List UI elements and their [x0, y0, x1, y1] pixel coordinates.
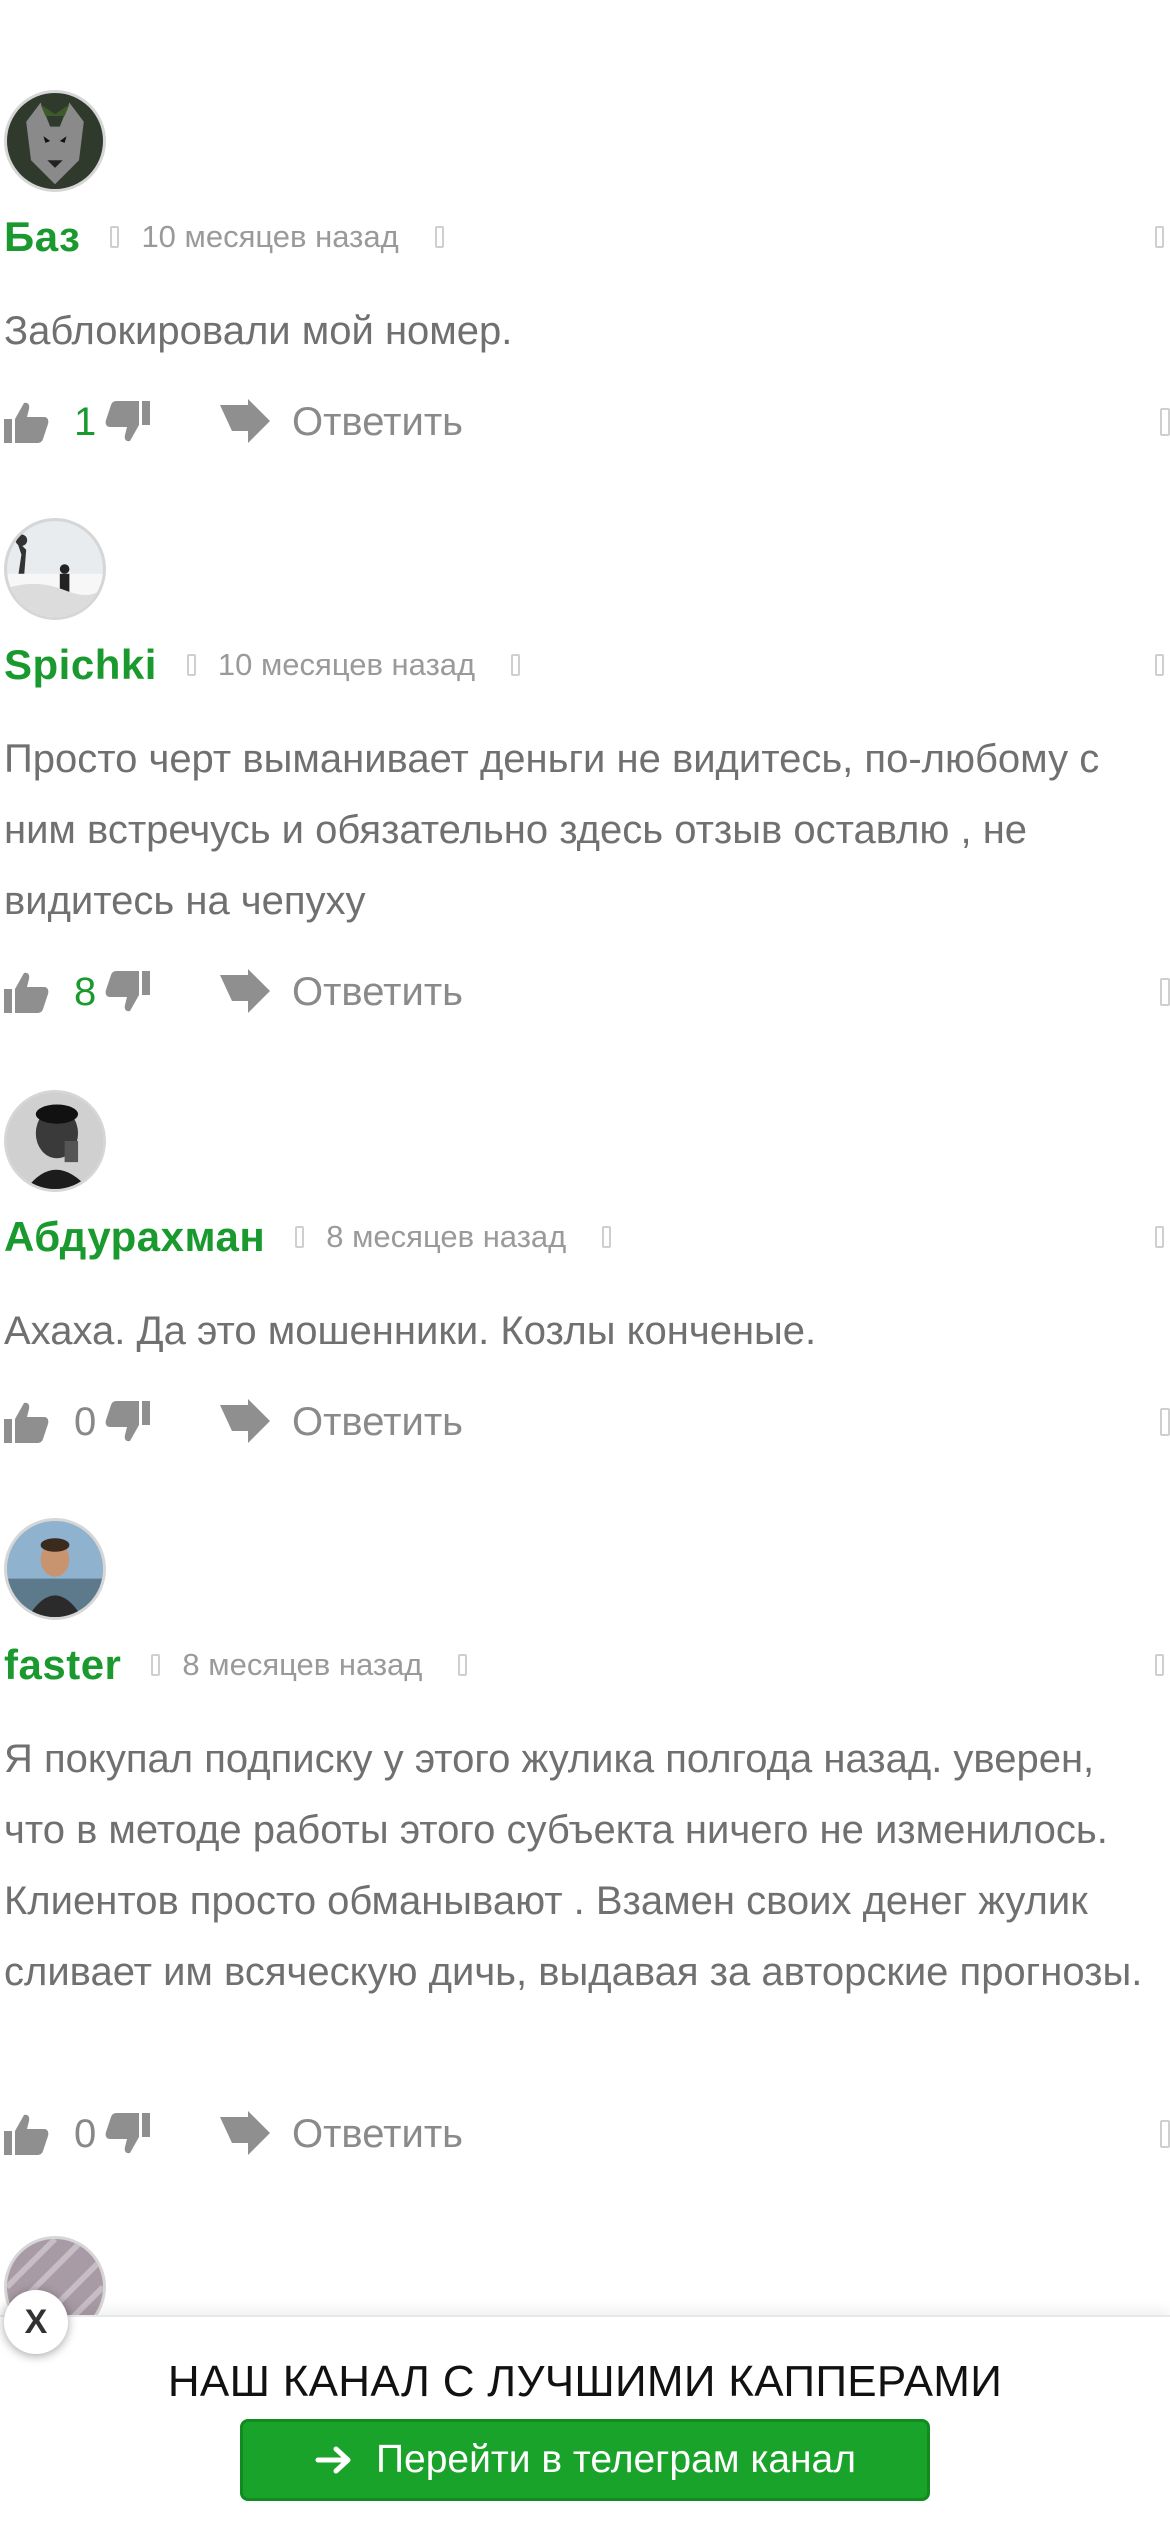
reply-icon[interactable] — [218, 2111, 272, 2157]
reply-icon[interactable] — [218, 1399, 272, 1445]
thumbs-down-icon[interactable] — [104, 1399, 152, 1445]
comment-actions: 0 Ответить — [0, 1392, 1170, 1452]
like-count: 8 — [74, 969, 97, 1014]
user-icon — [295, 1226, 305, 1248]
thumbs-down-icon[interactable] — [104, 399, 152, 445]
telegram-button-label: Перейти в телеграм канал — [375, 2438, 857, 2481]
comment-author[interactable]: Баз — [4, 213, 80, 261]
comment-text: Я покупал подписку у этого жулика полгод… — [4, 1737, 1143, 1994]
reply-button[interactable]: Ответить — [292, 1400, 463, 1445]
link-icon[interactable] — [511, 654, 521, 676]
snow-landscape-avatar[interactable] — [4, 518, 106, 620]
link-icon[interactable] — [602, 1226, 612, 1248]
comment-actions: 8 Ответить — [0, 962, 1170, 1022]
comment-time[interactable]: 8 месяцев назад — [182, 1647, 422, 1683]
like-count: 0 — [74, 1399, 97, 1444]
more-options-icon[interactable] — [1155, 1226, 1164, 1248]
reply-icon[interactable] — [218, 399, 272, 445]
user-icon — [110, 226, 120, 248]
comment-actions: 1 Ответить — [0, 392, 1170, 452]
like-count: 1 — [74, 399, 97, 444]
link-icon[interactable] — [458, 1654, 468, 1676]
comment-time[interactable]: 8 месяцев назад — [326, 1219, 566, 1255]
arrow-right-icon — [314, 2440, 354, 2480]
thumbs-down-icon[interactable] — [104, 969, 152, 1015]
wolf-avatar[interactable] — [4, 90, 106, 192]
like-count: 0 — [74, 2111, 97, 2156]
comment-author[interactable]: Spichki — [4, 641, 157, 689]
comment-author[interactable]: faster — [4, 1641, 121, 1689]
collapse-icon[interactable] — [1160, 1408, 1170, 1436]
comment-actions: 0 Ответить — [0, 2104, 1170, 2164]
comment-meta: Spichki 10 месяцев назад — [4, 640, 1164, 690]
telegram-promo-banner: НАШ КАНАЛ С ЛУЧШИМИ КАППЕРАМИ Перейти в … — [0, 2315, 1170, 2532]
telegram-channel-button[interactable]: Перейти в телеграм канал — [240, 2419, 930, 2501]
banner-title: НАШ КАНАЛ С ЛУЧШИМИ КАППЕРАМИ — [167, 2357, 1003, 2406]
comment-text: Просто черт выманивает деньги не видитес… — [4, 737, 1100, 923]
comment-meta: faster 8 месяцев назад — [4, 1640, 1164, 1690]
comment-time[interactable]: 10 месяцев назад — [141, 219, 398, 255]
bw-portrait-avatar[interactable] — [4, 1090, 106, 1192]
reply-icon[interactable] — [218, 969, 272, 1015]
more-options-icon[interactable] — [1155, 1654, 1164, 1676]
collapse-icon[interactable] — [1160, 978, 1170, 1006]
reply-button[interactable]: Ответить — [292, 970, 463, 1015]
user-icon — [151, 1654, 161, 1676]
comment-text: Ахаха. Да это мошенники. Козлы конченые. — [4, 1309, 817, 1353]
reply-button[interactable]: Ответить — [292, 2112, 463, 2157]
reply-button[interactable]: Ответить — [292, 400, 463, 445]
more-options-icon[interactable] — [1155, 654, 1164, 676]
comments-page: Баз 10 месяцев назад Заблокировали мой н… — [0, 0, 1170, 2532]
link-icon[interactable] — [434, 226, 444, 248]
man-outdoor-avatar[interactable] — [4, 1518, 106, 1620]
comment-author[interactable]: Абдурахман — [4, 1213, 265, 1261]
more-options-icon[interactable] — [1155, 226, 1164, 248]
comment-meta: Абдурахман 8 месяцев назад — [4, 1212, 1164, 1262]
thumbs-up-icon[interactable] — [2, 2111, 50, 2157]
thumbs-up-icon[interactable] — [2, 399, 50, 445]
thumbs-up-icon[interactable] — [2, 1399, 50, 1445]
collapse-icon[interactable] — [1160, 2120, 1170, 2148]
comment-time[interactable]: 10 месяцев назад — [218, 647, 475, 683]
comment-meta: Баз 10 месяцев назад — [4, 212, 1164, 262]
thumbs-up-icon[interactable] — [2, 969, 50, 1015]
user-icon — [186, 654, 196, 676]
close-banner-button[interactable]: X — [4, 2290, 68, 2354]
collapse-icon[interactable] — [1160, 408, 1170, 436]
thumbs-down-icon[interactable] — [104, 2111, 152, 2157]
comment-text: Заблокировали мой номер. — [4, 309, 513, 353]
